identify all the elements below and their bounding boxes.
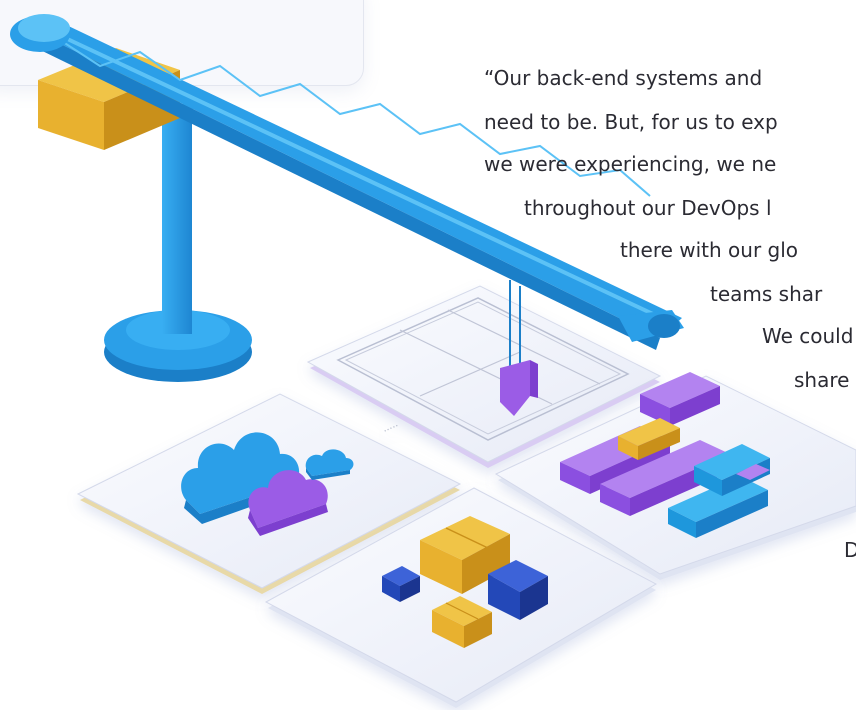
devops-illustration: ..... [10, 14, 856, 708]
page: ..... “Our back-end systems and need to … [0, 0, 856, 710]
panel-ticks: ..... [381, 418, 400, 435]
